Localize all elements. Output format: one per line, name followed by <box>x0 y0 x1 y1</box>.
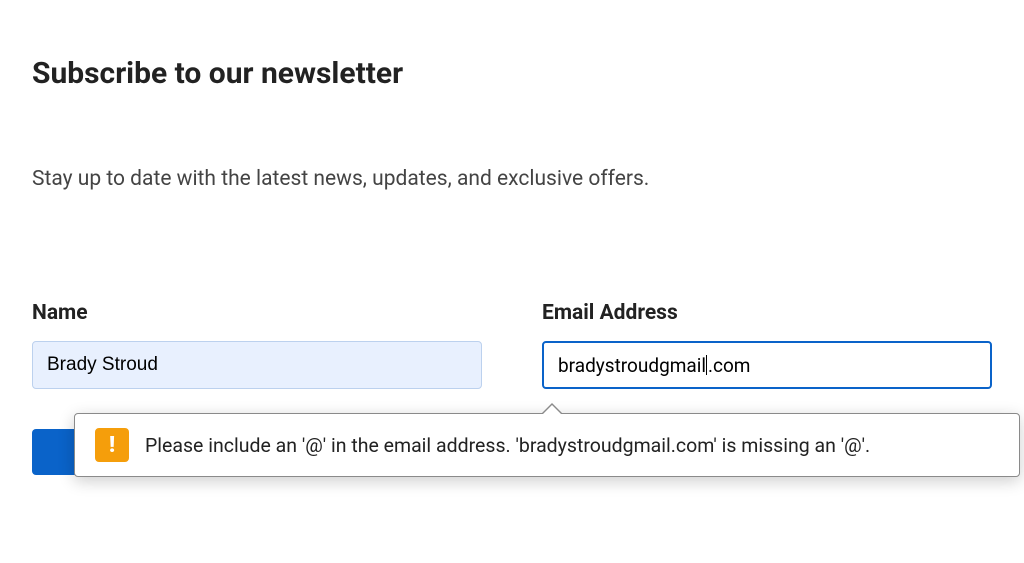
page-subtitle: Stay up to date with the latest news, up… <box>32 167 992 191</box>
email-label: Email Address <box>542 301 992 325</box>
validation-message: Please include an '@' in the email addre… <box>145 434 870 457</box>
name-input[interactable] <box>32 341 482 389</box>
email-value-part1: bradystroudgmail <box>558 354 706 377</box>
warning-icon: ! <box>95 428 129 462</box>
validation-tooltip: ! Please include an '@' in the email add… <box>74 413 1020 477</box>
email-value-part2: .com <box>708 354 750 377</box>
email-field-group: Email Address bradystroudgmail.com ! Ple… <box>542 301 992 389</box>
name-label: Name <box>32 301 482 325</box>
page-title: Subscribe to our newsletter <box>32 56 992 91</box>
form-row: Name Email Address bradystroudgmail.com … <box>32 301 992 389</box>
name-field-group: Name <box>32 301 482 389</box>
email-input[interactable]: bradystroudgmail.com <box>542 341 992 389</box>
